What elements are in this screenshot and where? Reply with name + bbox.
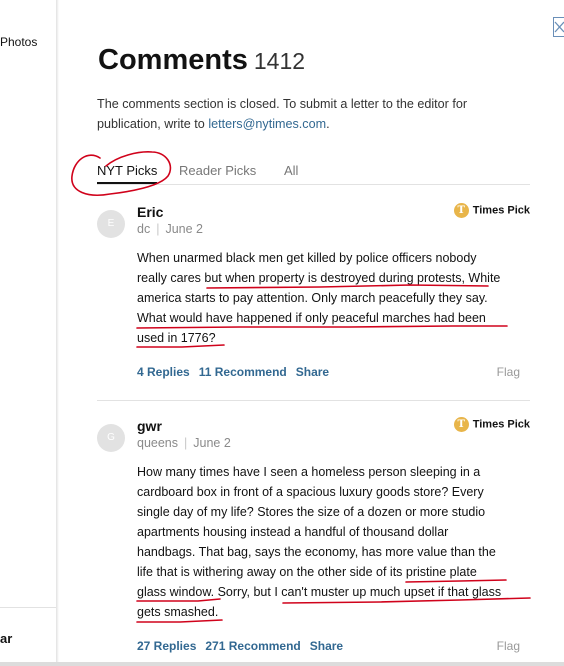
- comment-line: handbags. That bag, says the economy, ha…: [137, 545, 496, 559]
- comments-closed-notice: The comments section is closed. To submi…: [97, 94, 517, 134]
- scrollbar[interactable]: [0, 662, 564, 666]
- divider: [97, 184, 530, 185]
- page-title: Comments: [98, 44, 248, 76]
- comment-line: america starts to pay attention. Only ma…: [137, 291, 488, 305]
- comment-line: really cares but when property is destro…: [137, 271, 501, 285]
- photos-nav-link[interactable]: Photos: [0, 35, 37, 49]
- comment-line: gets smashed.: [137, 605, 219, 619]
- recommend-button[interactable]: 11 Recommend: [199, 365, 287, 379]
- flag-button[interactable]: Flag: [497, 365, 520, 379]
- tab-nyt-picks[interactable]: NYT Picks: [97, 163, 157, 178]
- comments-header: Comments 1412: [98, 44, 305, 77]
- separator: |: [156, 222, 160, 236]
- comment-line: How many times have I seen a homeless pe…: [137, 465, 481, 479]
- times-pick-badge: T Times Pick: [453, 203, 530, 218]
- tab-reader-picks[interactable]: Reader Picks: [179, 163, 256, 178]
- comment-meta: dc | June 2: [137, 222, 203, 236]
- separator: |: [184, 436, 188, 450]
- comment-meta: queens | June 2: [137, 436, 231, 450]
- comment-location: dc: [137, 222, 151, 236]
- divider: [97, 400, 530, 401]
- panel-shadow: [56, 0, 59, 666]
- comment-actions: 4 Replies 11 Recommend Share: [137, 365, 338, 379]
- recommend-button[interactable]: 271 Recommend: [205, 639, 300, 653]
- nyt-t-icon: T: [453, 203, 469, 218]
- comment-author[interactable]: Eric: [137, 204, 163, 220]
- replies-link[interactable]: 27 Replies: [137, 639, 196, 653]
- share-button[interactable]: Share: [310, 639, 343, 653]
- comment-location: queens: [137, 436, 179, 450]
- nyt-t-icon: T: [453, 417, 469, 432]
- comment-count: 1412: [253, 48, 306, 74]
- comment-line: used in 1776?: [137, 331, 216, 345]
- divider: [0, 607, 56, 608]
- share-button[interactable]: Share: [296, 365, 329, 379]
- comment-date: June 2: [165, 222, 203, 236]
- comment-line: apartments housing instead a handful of …: [137, 525, 449, 539]
- times-pick-label: Times Pick: [472, 204, 530, 217]
- comment-author[interactable]: gwr: [137, 418, 162, 434]
- tab-all[interactable]: All: [284, 163, 298, 178]
- comment-line: life that is withering away on the other…: [137, 565, 477, 579]
- background-page: Photos ar: [0, 0, 56, 666]
- email-link[interactable]: letters@nytimes.com: [208, 117, 326, 131]
- comment-actions: 27 Replies 271 Recommend Share: [137, 639, 352, 653]
- comment-body: When unarmed black men get killed by pol…: [137, 248, 529, 348]
- notice-end: .: [326, 117, 330, 131]
- close-icon: [554, 21, 564, 33]
- times-pick-label: Times Pick: [472, 418, 530, 431]
- times-pick-badge: T Times Pick: [453, 417, 530, 432]
- comment-line: When unarmed black men get killed by pol…: [137, 251, 477, 265]
- comment-line: glass window. Sorry, but I can't muster …: [137, 585, 502, 599]
- background-text: ar: [0, 631, 13, 646]
- comment-date: June 2: [193, 436, 231, 450]
- avatar: G: [97, 424, 125, 452]
- close-button[interactable]: [553, 17, 564, 37]
- comment-body: How many times have I seen a homeless pe…: [137, 462, 529, 622]
- avatar: E: [97, 210, 125, 238]
- comment-line: single day of my life? Stores the size o…: [137, 505, 486, 519]
- comment-line: What would have happened if only peacefu…: [137, 311, 486, 325]
- comment-line: cardboard box in front of a spacious lux…: [137, 485, 484, 499]
- replies-link[interactable]: 4 Replies: [137, 365, 190, 379]
- flag-button[interactable]: Flag: [497, 639, 520, 653]
